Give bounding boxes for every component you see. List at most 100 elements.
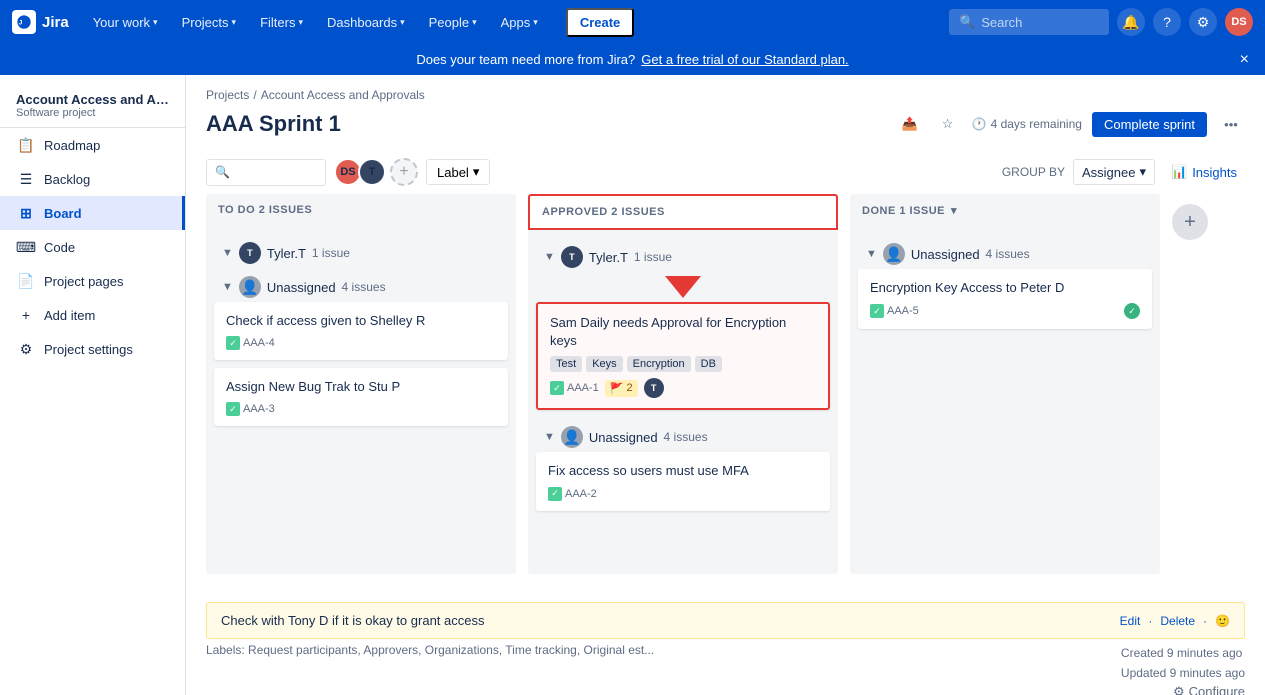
sidebar: Account Access and Ap... Software projec… [0,44,186,695]
add-column-button[interactable]: + [1172,194,1208,574]
breadcrumb: Projects / Account Access and Approvals [186,80,1265,106]
insights-button[interactable]: 📊 Insights [1163,160,1245,184]
notifications-button[interactable]: 🔔 [1117,8,1145,36]
nav-your-work[interactable]: Your work ▾ [85,11,166,34]
emoji-button[interactable]: 🙂 [1215,614,1230,628]
avatar-group: DS T + [334,158,418,186]
board-toolbar: 🔍 DS T + Label ▾ GROUP BY Assignee ▾ 📊 I… [186,150,1265,194]
labels-info: Labels: Request participants, Approvers,… [206,643,654,657]
user-avatar[interactable]: DS [1225,8,1253,36]
top-navigation: J Jira Your work ▾ Projects ▾ Filters ▾ … [0,0,1265,44]
jira-logo-icon: J [12,10,36,34]
avatar-unassigned: 👤 [239,276,261,298]
nav-projects[interactable]: Projects ▾ [174,11,245,34]
card-aaa3[interactable]: Assign New Bug Trak to Stu P ✓ AAA-3 [214,368,508,426]
checkbox-icon: ✓ [226,402,240,416]
nav-people[interactable]: People ▾ [421,11,485,34]
chevron-down-icon: ▾ [298,17,303,28]
more-options-button[interactable]: ••• [1217,110,1245,138]
checkbox-icon: ✓ [548,487,562,501]
help-button[interactable]: ? [1153,8,1181,36]
banner-link[interactable]: Get a free trial of our Standard plan. [641,52,848,67]
configure-button[interactable]: ⚙ Configure [1173,684,1245,695]
down-arrow-icon [665,276,701,298]
insights-icon: 📊 [1171,164,1187,180]
section-header-tyler[interactable]: ▼ T Tyler.T 1 issue [214,234,508,268]
header-actions: 📤 ☆ 🕐 4 days remaining Complete sprint •… [896,110,1245,138]
nav-filters[interactable]: Filters ▾ [252,11,311,34]
settings-button[interactable]: ⚙ [1189,8,1217,36]
delete-link[interactable]: Delete [1160,614,1195,628]
avatar-t[interactable]: T [358,158,386,186]
tag-test: Test [550,356,582,372]
nav-apps[interactable]: Apps ▾ [493,11,546,34]
arrow-indicator [536,272,830,302]
share-button[interactable]: 📤 [896,110,924,138]
column-approved: APPROVED 2 ISSUES ▼ T Tyler.T 1 issue Sa… [528,194,838,574]
add-avatar-button[interactable]: + [390,158,418,186]
edit-link[interactable]: Edit [1120,614,1141,628]
checkbox-icon: ✓ [870,304,884,318]
card-aaa5[interactable]: Encryption Key Access to Peter D ✓ AAA-5… [858,269,1152,329]
section-header-unassigned-done[interactable]: ▼ 👤 Unassigned 4 issues [858,235,1152,269]
sidebar-item-board[interactable]: ⊞ Board [0,196,185,230]
sidebar-project-info: Account Access and Ap... Software projec… [0,82,185,128]
complete-sprint-button[interactable]: Complete sprint [1092,112,1207,137]
pages-icon: 📄 [16,271,36,291]
sidebar-item-project-pages[interactable]: 📄 Project pages [0,264,185,298]
star-button[interactable]: ☆ [934,110,962,138]
board-search-input[interactable] [236,165,316,180]
card-id-badge: ✓ AAA-4 [226,336,275,350]
bottom-right-section: Labels: Request participants, Approvers,… [186,643,1265,695]
bottom-card: Check with Tony D if it is okay to grant… [206,602,1245,639]
breadcrumb-project[interactable]: Account Access and Approvals [261,88,425,102]
chevron-down-icon: ▼ [222,247,233,259]
avatar-tyler: T [239,242,261,264]
breadcrumb-projects[interactable]: Projects [206,88,249,102]
card-id-badge: ✓ AAA-2 [548,487,597,501]
sidebar-item-project-settings[interactable]: ⚙ Project settings [0,332,185,366]
roadmap-icon: 📋 [16,135,36,155]
nav-dashboards[interactable]: Dashboards ▾ [319,11,413,34]
chevron-down-icon: ▾ [472,17,477,28]
label-filter-button[interactable]: Label ▾ [426,159,490,185]
sidebar-item-code[interactable]: ⌨ Code [0,230,185,264]
card-aaa1[interactable]: Sam Daily needs Approval for Encryption … [536,302,830,410]
section-header-unassigned-approved[interactable]: ▼ 👤 Unassigned 4 issues [536,418,830,452]
card-aaa2[interactable]: Fix access so users must use MFA ✓ AAA-2 [536,452,830,510]
page-title: AAA Sprint 1 [206,111,896,137]
tag-keys: Keys [586,356,622,372]
group-by-select[interactable]: Assignee ▾ [1073,159,1155,185]
upgrade-banner: Does your team need more from Jira? Get … [0,44,1265,75]
create-button[interactable]: Create [566,8,634,37]
banner-text: Does your team need more from Jira? [416,52,635,67]
time-remaining: 🕐 4 days remaining [972,117,1082,131]
chevron-down-icon: ▾ [473,164,480,180]
sidebar-item-backlog[interactable]: ☰ Backlog [0,162,185,196]
checkbox-icon: ✓ [226,336,240,350]
column-header-todo: TO DO 2 ISSUES [206,194,516,226]
sidebar-item-roadmap[interactable]: 📋 Roadmap [0,128,185,162]
section-header-unassigned-todo[interactable]: ▼ 👤 Unassigned 4 issues [214,268,508,302]
board-search-box[interactable]: 🔍 [206,159,326,186]
column-header-approved: APPROVED 2 ISSUES [528,194,838,230]
jira-logo[interactable]: J Jira [12,10,69,34]
avatar-unassigned-done: 👤 [883,243,905,265]
chevron-down-icon: ▾ [951,204,957,217]
section-header-tyler-approved[interactable]: ▼ T Tyler.T 1 issue [536,238,830,272]
column-body-approved: ▼ T Tyler.T 1 issue Sam Daily needs Appr… [528,230,838,574]
sidebar-item-add-item[interactable]: + Add item [0,298,185,332]
chevron-down-icon: ▼ [222,281,233,293]
banner-close-button[interactable]: × [1240,51,1249,69]
clock-icon: 🕐 [972,117,987,131]
page-header: AAA Sprint 1 📤 ☆ 🕐 4 days remaining Comp… [186,106,1265,150]
checkbox-icon: ✓ [550,381,564,395]
card-aaa4[interactable]: Check if access given to Shelley R ✓ AAA… [214,302,508,360]
avatar-tyler-approved: T [561,246,583,268]
chevron-down-icon: ▾ [232,17,237,28]
search-box[interactable]: 🔍 [949,9,1109,35]
card-footer-aaa5: ✓ AAA-5 ✓ [870,303,1140,319]
search-input[interactable] [981,15,1101,30]
card-id-badge: ✓ AAA-1 [550,381,599,395]
main-content: Projects / Account Access and Approvals … [186,80,1265,695]
